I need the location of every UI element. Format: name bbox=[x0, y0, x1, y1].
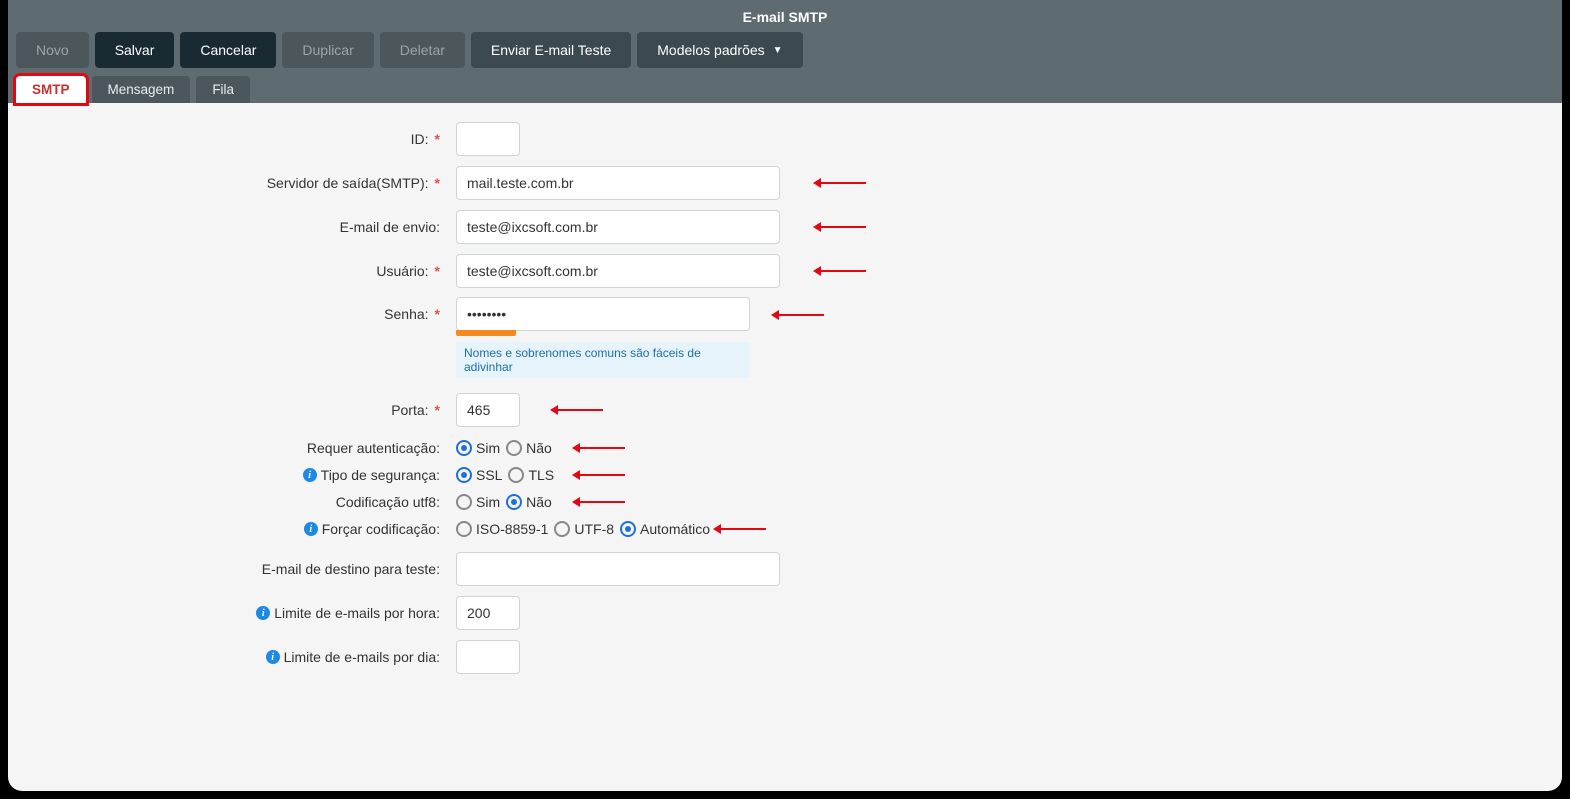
radio-label: ISO-8859-1 bbox=[476, 521, 548, 537]
forcar-cod-iso-radio[interactable]: ISO-8859-1 bbox=[456, 521, 548, 537]
email-envio-field[interactable] bbox=[456, 210, 780, 244]
password-strength-bar bbox=[456, 330, 516, 336]
tab-smtp[interactable]: SMTP bbox=[16, 76, 86, 103]
label-usuario: Usuário: bbox=[376, 263, 428, 279]
usuario-field[interactable] bbox=[456, 254, 780, 288]
deletar-button: Deletar bbox=[380, 32, 465, 68]
arrow-icon bbox=[553, 409, 603, 411]
label-tipo-seg: Tipo de segurança: bbox=[321, 467, 440, 483]
label-servidor: Servidor de saída(SMTP): bbox=[267, 175, 429, 191]
password-hint: Nomes e sobrenomes comuns são fáceis de … bbox=[456, 342, 750, 378]
arrow-icon bbox=[816, 182, 866, 184]
requer-aut-sim-radio[interactable]: Sim bbox=[456, 440, 500, 456]
radio-label: TLS bbox=[528, 467, 554, 483]
lim-hora-field[interactable] bbox=[456, 596, 520, 630]
arrow-icon bbox=[575, 447, 625, 449]
toolbar: Novo Salvar Cancelar Duplicar Deletar En… bbox=[8, 34, 1562, 72]
enviar-teste-button[interactable]: Enviar E-mail Teste bbox=[471, 32, 631, 68]
radio-label: Sim bbox=[476, 440, 500, 456]
required-icon: * bbox=[435, 263, 440, 279]
novo-button: Novo bbox=[16, 32, 89, 68]
radio-label: UTF-8 bbox=[574, 521, 614, 537]
title-bar: E-mail SMTP bbox=[8, 0, 1562, 34]
label-lim-dia: Limite de e-mails por dia: bbox=[284, 649, 440, 665]
arrow-icon bbox=[716, 528, 766, 530]
senha-field[interactable] bbox=[456, 297, 750, 331]
tipo-seg-tls-radio[interactable]: TLS bbox=[508, 467, 554, 483]
header: E-mail SMTP Novo Salvar Cancelar Duplica… bbox=[8, 0, 1562, 103]
required-icon: * bbox=[435, 175, 440, 191]
required-icon: * bbox=[435, 306, 440, 322]
app-window: E-mail SMTP Novo Salvar Cancelar Duplica… bbox=[8, 0, 1562, 791]
porta-field[interactable] bbox=[456, 393, 520, 427]
info-icon: i bbox=[304, 522, 318, 536]
servidor-field[interactable] bbox=[456, 166, 780, 200]
cod-utf8-sim-radio[interactable]: Sim bbox=[456, 494, 500, 510]
id-field bbox=[456, 122, 520, 156]
radio-label: Não bbox=[526, 494, 552, 510]
chevron-down-icon: ▼ bbox=[773, 45, 783, 56]
required-icon: * bbox=[435, 402, 440, 418]
requer-aut-nao-radio[interactable]: Não bbox=[506, 440, 552, 456]
tabs: SMTP Mensagem Fila bbox=[8, 72, 1562, 103]
label-id: ID: bbox=[411, 131, 429, 147]
cancelar-button[interactable]: Cancelar bbox=[180, 32, 276, 68]
tab-mensagem[interactable]: Mensagem bbox=[92, 76, 191, 103]
duplicar-button: Duplicar bbox=[282, 32, 373, 68]
label-email-destino: E-mail de destino para teste: bbox=[262, 561, 440, 577]
forcar-cod-utf8-radio[interactable]: UTF-8 bbox=[554, 521, 614, 537]
tipo-seg-ssl-radio[interactable]: SSL bbox=[456, 467, 502, 483]
window-title: E-mail SMTP bbox=[743, 9, 828, 25]
label-lim-hora: Limite de e-mails por hora: bbox=[274, 605, 440, 621]
form-area: ID: * Servidor de saída(SMTP): * E-mail de… bbox=[8, 103, 1562, 675]
info-icon: i bbox=[266, 650, 280, 664]
email-destino-field[interactable] bbox=[456, 552, 780, 586]
tab-fila[interactable]: Fila bbox=[196, 76, 250, 103]
cod-utf8-nao-radio[interactable]: Não bbox=[506, 494, 552, 510]
label-requer-aut: Requer autenticação: bbox=[307, 440, 440, 456]
salvar-button[interactable]: Salvar bbox=[95, 32, 175, 68]
lim-dia-field[interactable] bbox=[456, 640, 520, 674]
required-icon: * bbox=[435, 131, 440, 147]
label-cod-utf8: Codificação utf8: bbox=[336, 494, 440, 510]
arrow-icon bbox=[774, 314, 824, 316]
label-email-envio: E-mail de envio: bbox=[340, 219, 440, 235]
arrow-icon bbox=[816, 270, 866, 272]
info-icon: i bbox=[256, 606, 270, 620]
forcar-cod-auto-radio[interactable]: Automático bbox=[620, 521, 710, 537]
radio-label: Não bbox=[526, 440, 552, 456]
info-icon: i bbox=[303, 468, 317, 482]
modelos-label: Modelos padrões bbox=[657, 42, 764, 58]
arrow-icon bbox=[575, 474, 625, 476]
modelos-dropdown[interactable]: Modelos padrões ▼ bbox=[637, 32, 802, 68]
arrow-icon bbox=[816, 226, 866, 228]
label-porta: Porta: bbox=[391, 402, 428, 418]
label-forcar-cod: Forçar codificação: bbox=[322, 521, 440, 537]
radio-label: Sim bbox=[476, 494, 500, 510]
radio-label: SSL bbox=[476, 467, 502, 483]
label-senha: Senha: bbox=[384, 306, 428, 322]
radio-label: Automático bbox=[640, 521, 710, 537]
arrow-icon bbox=[575, 501, 625, 503]
